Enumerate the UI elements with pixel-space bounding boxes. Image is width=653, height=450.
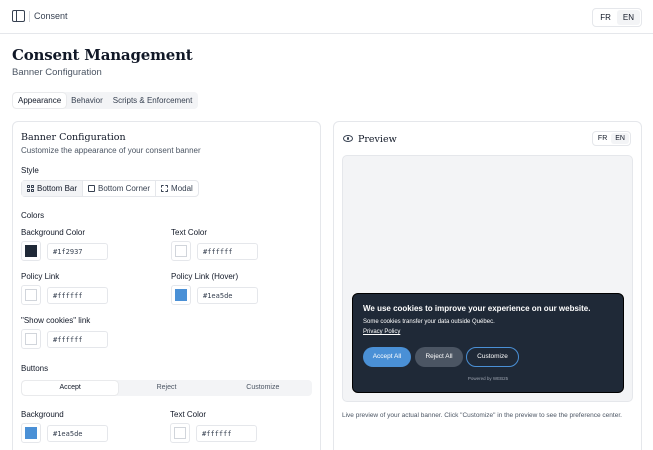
button-text-color-swatch[interactable] — [170, 423, 190, 443]
show-cookies-link-label: "Show cookies" link — [21, 316, 91, 325]
divider — [29, 11, 30, 22]
colors-label: Colors — [21, 211, 45, 220]
show-cookies-link-swatch[interactable] — [21, 329, 41, 349]
lang-en-button[interactable]: EN — [616, 10, 640, 25]
banner-reject-button[interactable]: Reject All — [415, 347, 463, 367]
language-switch: FR EN — [592, 8, 642, 27]
button-type-tabs: Accept Reject Customize — [21, 380, 312, 396]
preview-canvas: We use cookies to improve your experienc… — [342, 155, 633, 402]
text-color-label: Text Color — [171, 228, 208, 237]
policy-link-swatch[interactable] — [21, 285, 41, 305]
buttons-label: Buttons — [21, 364, 49, 373]
text-color-swatch[interactable] — [171, 241, 191, 261]
banner-config-card: Banner Configuration Customize the appea… — [12, 121, 321, 450]
banner-privacy-link[interactable]: Privacy Policy — [363, 329, 400, 335]
button-background-swatch[interactable] — [21, 423, 41, 443]
style-modal-label: Modal — [171, 184, 193, 193]
tab-behavior[interactable]: Behavior — [66, 93, 108, 108]
page-subtitle: Banner Configuration — [12, 67, 102, 78]
config-card-subtitle: Customize the appearance of your consent… — [21, 146, 201, 155]
preview-card: Preview FR EN We use cookies to improve … — [333, 121, 642, 450]
policy-link-hover-label: Policy Link (Hover) — [171, 272, 239, 281]
lang-fr-button[interactable]: FR — [594, 10, 617, 25]
tab-reject[interactable]: Reject — [118, 381, 214, 395]
button-background-input[interactable]: #1ea5de — [47, 425, 108, 442]
grid-icon — [27, 185, 34, 192]
tab-scripts-enforcement[interactable]: Scripts & Enforcement — [108, 93, 198, 108]
banner-customize-button[interactable]: Customize — [466, 347, 519, 367]
style-selector: Bottom Bar Bottom Corner Modal — [21, 180, 199, 197]
preview-note: Live preview of your actual banner. Clic… — [342, 412, 622, 419]
background-color-swatch[interactable] — [21, 241, 41, 261]
top-bar: Consent FR EN — [0, 0, 653, 34]
preview-lang-en-button[interactable]: EN — [611, 133, 629, 144]
background-color-label: Background Color — [21, 228, 86, 237]
tab-customize[interactable]: Customize — [215, 381, 311, 395]
background-color-input[interactable]: #1f2937 — [47, 243, 108, 260]
cookie-banner-preview: We use cookies to improve your experienc… — [352, 293, 624, 393]
style-modal[interactable]: Modal — [156, 181, 198, 196]
text-color-input[interactable]: #ffffff — [197, 243, 258, 260]
eye-icon — [343, 135, 353, 142]
show-cookies-link-input[interactable]: #ffffff — [47, 331, 108, 348]
button-background-label: Background — [21, 410, 64, 419]
banner-powered-by: Powered by WEB25 — [467, 376, 509, 381]
banner-title: We use cookies to improve your experienc… — [363, 304, 591, 313]
tab-accept[interactable]: Accept — [22, 381, 119, 395]
tab-appearance[interactable]: Appearance — [13, 93, 67, 108]
preview-title: Preview — [358, 134, 397, 145]
style-bottom-bar-label: Bottom Bar — [37, 184, 78, 193]
style-bottom-corner[interactable]: Bottom Corner — [83, 181, 157, 196]
policy-link-input[interactable]: #ffffff — [47, 287, 108, 304]
policy-link-label: Policy Link — [21, 272, 60, 281]
policy-link-hover-swatch[interactable] — [171, 285, 191, 305]
config-card-title: Banner Configuration — [21, 132, 126, 143]
button-text-color-input[interactable]: #ffffff — [196, 425, 257, 442]
sidebar-toggle-icon[interactable] — [12, 10, 25, 22]
preview-lang-fr-button[interactable]: FR — [594, 133, 611, 144]
banner-accept-button[interactable]: Accept All — [363, 347, 411, 367]
square-icon — [88, 185, 96, 192]
expand-icon — [161, 185, 169, 192]
policy-link-hover-input[interactable]: #1ea5de — [197, 287, 258, 304]
settings-tabs: Appearance Behavior Scripts & Enforcemen… — [12, 92, 199, 109]
breadcrumb[interactable]: Consent — [34, 11, 68, 21]
style-bottom-bar[interactable]: Bottom Bar — [22, 181, 84, 196]
style-label: Style — [21, 166, 39, 175]
style-bottom-corner-label: Bottom Corner — [98, 184, 151, 193]
banner-text: Some cookies transfer your data outside … — [363, 319, 495, 325]
button-text-color-label: Text Color — [170, 410, 207, 419]
page-title: Consent Management — [12, 46, 193, 64]
preview-language-switch: FR EN — [591, 131, 631, 146]
